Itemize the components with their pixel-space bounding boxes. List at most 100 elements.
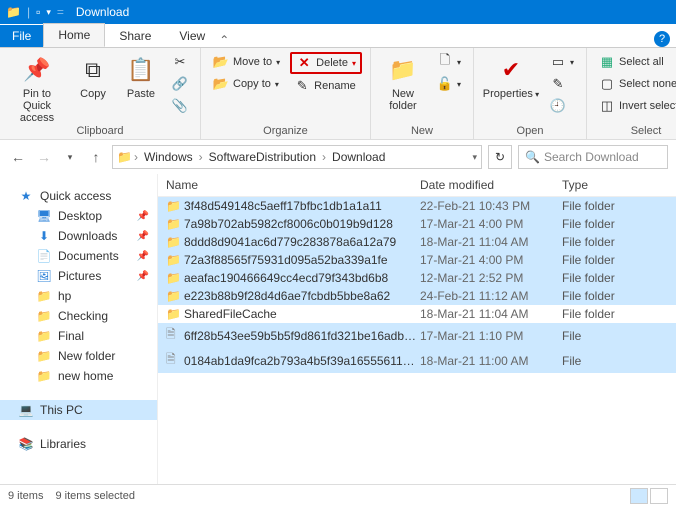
tab-share[interactable]: Share bbox=[105, 25, 165, 47]
invert-selection-button[interactable]: ◫Invert selection bbox=[595, 96, 676, 116]
nav-label: Desktop bbox=[58, 209, 102, 223]
help-icon[interactable]: ? bbox=[654, 31, 670, 47]
copyto-icon: 📂 bbox=[213, 76, 229, 92]
new-item-button[interactable]: 🗋▾ bbox=[433, 52, 465, 72]
up-button[interactable]: ↑ bbox=[86, 147, 106, 167]
file-name: 7a98b702ab5982cf8006c0b019b9d128 bbox=[184, 217, 420, 231]
pin-icon: 📌 bbox=[21, 54, 53, 86]
titlebar: 📁 | ▫ ▾ = Download bbox=[0, 0, 676, 24]
icons-view-button[interactable] bbox=[650, 488, 668, 504]
easy-access-button[interactable]: 🔓▾ bbox=[433, 74, 465, 94]
copy-button[interactable]: ⧉ Copy bbox=[72, 52, 114, 100]
group-new-label: New bbox=[379, 125, 465, 137]
move-to-button[interactable]: 📂Move to ▾ bbox=[209, 52, 284, 72]
sidebar-item-hp[interactable]: 📁hp bbox=[0, 286, 157, 306]
nav-label: Checking bbox=[58, 309, 108, 323]
group-organize-label: Organize bbox=[209, 125, 362, 137]
pin-to-quick-access-button[interactable]: 📌 Pin to Quick access bbox=[8, 52, 66, 124]
moveto-label: Move to bbox=[233, 56, 272, 68]
sidebar-item-pictures[interactable]: 🖼Pictures📌 bbox=[0, 266, 157, 286]
breadcrumb[interactable]: Windows bbox=[140, 150, 197, 164]
tab-file[interactable]: File bbox=[0, 25, 43, 47]
chevron-down-icon: ▾ bbox=[276, 58, 280, 67]
chevron-down-icon[interactable]: ▾ bbox=[472, 152, 477, 163]
search-input[interactable]: 🔍 Search Download bbox=[518, 145, 668, 169]
invert-icon: ◫ bbox=[599, 98, 615, 114]
sidebar-item-checking[interactable]: 📁Checking bbox=[0, 306, 157, 326]
folder-icon: 📁 bbox=[166, 307, 184, 321]
breadcrumb[interactable]: SoftwareDistribution bbox=[205, 150, 320, 164]
qat-sep: | bbox=[27, 5, 30, 19]
sidebar-item-new-folder[interactable]: 📁New folder bbox=[0, 346, 157, 366]
sidebar-item-libraries[interactable]: 📚Libraries bbox=[0, 434, 157, 454]
column-date[interactable]: Date modified bbox=[420, 178, 562, 192]
sidebar-item-downloads[interactable]: ⬇Downloads📌 bbox=[0, 226, 157, 246]
paste-shortcut-button[interactable]: 📎 bbox=[168, 96, 192, 116]
select-none-button[interactable]: ▢Select none bbox=[595, 74, 676, 94]
ribbon: 📌 Pin to Quick access ⧉ Copy 📋 Paste ✂ 🔗… bbox=[0, 48, 676, 140]
file-name: 0184ab1da9fca2b793a4b5f39a1655561108... bbox=[184, 354, 420, 368]
back-button[interactable]: ← bbox=[8, 147, 28, 167]
properties-button[interactable]: ✔ Properties ▾ bbox=[482, 52, 540, 100]
pictures-icon: 🖼 bbox=[36, 269, 52, 283]
file-date: 18-Mar-21 11:04 AM bbox=[420, 307, 562, 321]
table-row[interactable]: 📁aeafac190466649cc4ecd79f343bd6b812-Mar-… bbox=[158, 269, 676, 287]
folder-icon: 📁 bbox=[36, 329, 52, 343]
select-all-button[interactable]: ▦Select all bbox=[595, 52, 676, 72]
table-row[interactable]: 📁SharedFileCache18-Mar-21 11:04 AMFile f… bbox=[158, 305, 676, 323]
sidebar-item-new-home[interactable]: 📁new home bbox=[0, 366, 157, 386]
recent-locations-button[interactable]: ▾ bbox=[60, 147, 80, 167]
address-bar[interactable]: 📁 › Windows › SoftwareDistribution › Dow… bbox=[112, 145, 482, 169]
open-button[interactable]: ▭▾ bbox=[546, 52, 578, 72]
qat-checkfolder-icon[interactable]: ▫ bbox=[36, 5, 40, 19]
rename-button[interactable]: ✎Rename bbox=[290, 76, 362, 96]
table-row[interactable]: 📁72a3f88565f75931d095a52ba339a1fe17-Mar-… bbox=[158, 251, 676, 269]
history-button[interactable]: 🕘 bbox=[546, 96, 578, 116]
details-view-button[interactable] bbox=[630, 488, 648, 504]
table-row[interactable]: 📁e223b88b9f28d4d6ae7fcbdb5bbe8a6224-Feb-… bbox=[158, 287, 676, 305]
column-headers[interactable]: Name Date modified Type bbox=[158, 174, 676, 197]
delete-button[interactable]: ✕Delete ▾ bbox=[290, 52, 362, 74]
file-date: 18-Mar-21 11:00 AM bbox=[420, 354, 562, 368]
file-type: File folder bbox=[562, 199, 668, 213]
table-row[interactable]: 🗎0184ab1da9fca2b793a4b5f39a1655561108...… bbox=[158, 348, 676, 373]
qat-dropdown-icon[interactable]: ▾ bbox=[46, 7, 51, 18]
refresh-button[interactable]: ↻ bbox=[488, 145, 512, 169]
sidebar-item-this-pc[interactable]: 💻This PC bbox=[0, 400, 157, 420]
new-folder-button[interactable]: 📁 New folder bbox=[379, 52, 427, 112]
table-row[interactable]: 📁8ddd8d9041ac6d779c283878a6a12a7918-Mar-… bbox=[158, 233, 676, 251]
group-new: 📁 New folder 🗋▾ 🔓▾ New bbox=[371, 48, 474, 139]
copy-path-button[interactable]: 🔗 bbox=[168, 74, 192, 94]
cut-button[interactable]: ✂ bbox=[168, 52, 192, 72]
pin-icon: 📌 bbox=[137, 231, 149, 242]
paste-button[interactable]: 📋 Paste bbox=[120, 52, 162, 100]
desktop-icon: 🖥 bbox=[36, 209, 52, 223]
tab-home[interactable]: Home bbox=[43, 23, 105, 47]
breadcrumb[interactable]: Download bbox=[328, 150, 389, 164]
chevron-down-icon: ▾ bbox=[457, 80, 461, 89]
column-name[interactable]: Name bbox=[166, 178, 420, 192]
status-selected-count: 9 items selected bbox=[55, 490, 134, 502]
column-type[interactable]: Type bbox=[562, 178, 668, 192]
folder-icon: 📁 bbox=[166, 289, 184, 303]
edit-button[interactable]: ✎ bbox=[546, 74, 578, 94]
chevron-right-icon: › bbox=[322, 150, 326, 164]
main-area: ★Quick access 🖥 Desktop 📌 ⬇Downloads📌 📄Doc… bbox=[0, 174, 676, 484]
sidebar-item-quick-access[interactable]: ★Quick access bbox=[0, 186, 157, 206]
copyto-label: Copy to bbox=[233, 78, 271, 90]
sidebar-item-final[interactable]: 📁Final bbox=[0, 326, 157, 346]
minimize-ribbon-icon[interactable]: ⌃ bbox=[219, 33, 229, 47]
sidebar-item-desktop[interactable]: 🖥Desktop📌 bbox=[0, 206, 157, 226]
navigation-pane[interactable]: ★Quick access 🖥 Desktop 📌 ⬇Downloads📌 📄Doc… bbox=[0, 174, 158, 484]
copy-to-button[interactable]: 📂Copy to ▾ bbox=[209, 74, 284, 94]
file-rows[interactable]: 📁3f48d549148c5aeff17bfbc1db1a1a1122-Feb-… bbox=[158, 197, 676, 484]
new-folder-icon: 📁 bbox=[387, 54, 419, 86]
file-icon: 🗎 bbox=[166, 350, 184, 371]
sidebar-item-documents[interactable]: 📄Documents📌 bbox=[0, 246, 157, 266]
nav-label: Quick access bbox=[40, 189, 111, 203]
tab-view[interactable]: View bbox=[165, 25, 219, 47]
table-row[interactable]: 🗎6ff28b543ee59b5b5f9d861fd321be16adb8...… bbox=[158, 323, 676, 348]
file-date: 12-Mar-21 2:52 PM bbox=[420, 271, 562, 285]
table-row[interactable]: 📁3f48d549148c5aeff17bfbc1db1a1a1122-Feb-… bbox=[158, 197, 676, 215]
table-row[interactable]: 📁7a98b702ab5982cf8006c0b019b9d12817-Mar-… bbox=[158, 215, 676, 233]
